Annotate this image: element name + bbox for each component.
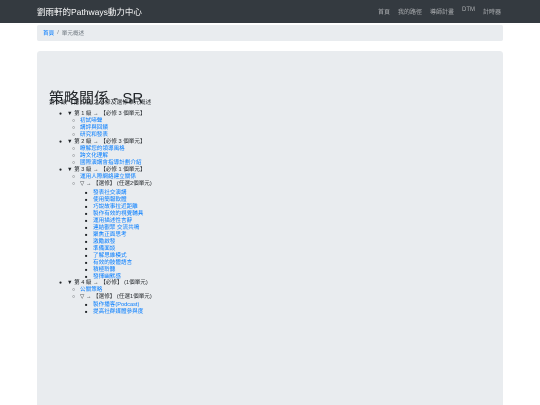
level-group-header: ● ▼ 第 4 級 → 【必修】 (1個單元) [37,280,503,287]
list-bullet-icon: ■ [85,210,88,216]
level-group-header: ○ ▽ → 【選修】 (任選1個單元) [37,294,503,301]
list-bullet-icon: ■ [85,231,88,237]
module-link[interactable]: 瞭解您的領導風格 [80,146,125,152]
list-bullet-icon: ■ [85,196,88,202]
module-link[interactable]: 公關策略 [80,287,102,293]
list-bullet-icon: ■ [85,189,88,195]
module-item: ■ 連結觀眾 交流共鳴 [37,224,503,231]
level-group-header: ○ ▽ → 【選修】 (任選2個單元) [37,181,503,188]
level-group-label[interactable]: ▼ 第 4 級 → 【必修】 (1個單元) [67,280,148,286]
level-group-label[interactable]: ▼ 第 1 級 → 【必修 3 個單元】 [67,111,146,117]
module-item: ■ 了解思維模式 [37,252,503,259]
list-bullet-icon: ■ [85,252,88,258]
content-panel: 策略關係 - SR 第 1 級 ~ 第 5 級 之必修及選修單元概述 ● ▼ 第 … [37,51,503,405]
module-item: ■ 使用簡報軟體 [37,196,503,203]
list-bullet-icon: ○ [72,294,76,301]
list-bullet-icon: ● [59,280,63,287]
list-bullet-icon: ■ [85,238,88,244]
nav-link-mentor-program[interactable]: 導師計畫 [430,7,454,16]
level-group-header: ● ▼ 第 1 級 → 【必修 3 個單元】 [37,111,503,118]
module-item: ■ 發表社交演講 [37,189,503,196]
module-item: ■ 聚焦正面思考 [37,231,503,238]
module-link[interactable]: 提高社群媒體參與度 [93,309,143,315]
module-tree: ● ▼ 第 1 級 → 【必修 3 個單元】 ○ 初試啼聲 ○ 講評與回饋 ○ 研究和發表 ● ▼… [37,111,503,315]
list-bullet-icon: ■ [85,217,88,223]
nav-link-home[interactable]: 首頁 [378,7,390,16]
list-bullet-icon: ■ [85,309,88,315]
list-bullet-icon: ○ [72,146,76,153]
module-link[interactable]: 初試啼聲 [80,118,102,124]
list-bullet-icon: ■ [85,259,88,265]
breadcrumb-home-link[interactable]: 首頁 [43,29,54,37]
top-navbar: 劉雨軒的Pathways動力中心 首頁 我的路徑 導師計畫 DTM 計時器 [0,0,540,23]
list-bullet-icon: ■ [85,203,88,209]
level-group-label[interactable]: ▼ 第 2 級 → 【必修 3 個單元】 [67,139,146,145]
nav-link-dtm[interactable]: DTM [462,7,475,16]
module-item: ■ 準備面談 [37,245,503,252]
breadcrumb: 首頁 / 單元概述 [37,25,503,41]
module-item: ■ 製作有效的視覺輔具 [37,210,503,217]
module-item: ■ 製作播客(Podcast) [37,301,503,308]
module-link[interactable]: 講評與回饋 [80,125,108,131]
list-bullet-icon: ○ [72,174,76,181]
module-item: ■ 有效的肢體語言 [37,259,503,266]
page-subtitle: 第 1 級 ~ 第 5 級 之必修及選修單元概述 [49,100,152,106]
list-bullet-icon: ■ [85,245,88,251]
list-bullet-icon: ■ [85,267,88,273]
level-group-label[interactable]: ▼ 第 3 級 → 【必修 1 個單元】 [67,167,146,173]
list-bullet-icon: ● [59,139,63,146]
breadcrumb-separator: / [57,30,59,36]
list-bullet-icon: ○ [72,118,76,125]
nav-link-my-paths[interactable]: 我的路徑 [398,7,422,16]
list-bullet-icon: ○ [72,153,76,160]
module-item: ■ 巧說故事拉近距離 [37,203,503,210]
module-link[interactable]: 國際演講會指導計劃介紹 [80,160,142,166]
module-item: ■ 運用描述性言辭 [37,217,503,224]
module-item: ■ 提高社群媒體參與度 [37,308,503,315]
module-link[interactable]: 跨文化理解 [80,153,108,159]
module-item: ■ 積極聆聽 [37,266,503,273]
nav-link-timer[interactable]: 計時器 [483,7,501,16]
breadcrumb-current: 單元概述 [61,31,85,37]
module-link[interactable]: 研究和發表 [80,132,108,138]
module-link[interactable]: 運用人際網絡建立關係 [80,174,136,180]
navbar-brand[interactable]: 劉雨軒的Pathways動力中心 [37,6,142,18]
list-bullet-icon: ● [59,167,63,174]
list-bullet-icon: ○ [72,125,76,132]
list-bullet-icon: ■ [85,224,88,230]
navbar-links: 首頁 我的路徑 導師計畫 DTM 計時器 [378,7,501,16]
level-group-label[interactable]: ▽ → 【選修】 (任選2個單元) [80,181,152,187]
list-bullet-icon: ● [59,111,63,117]
list-bullet-icon: ■ [85,302,88,308]
list-bullet-icon: ○ [72,287,76,294]
list-bullet-icon: ○ [72,181,76,188]
module-item: ■ 激勵啟發 [37,238,503,245]
level-group-label[interactable]: ▽ → 【選修】 (任選1個單元) [80,294,152,300]
